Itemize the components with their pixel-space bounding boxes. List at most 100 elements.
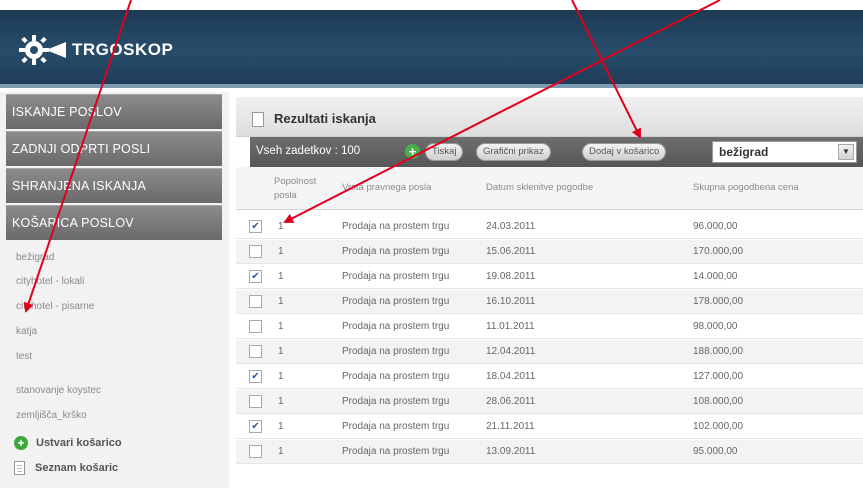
row-checkbox[interactable]: ✔ [249,420,262,433]
basket-link[interactable]: stanovanje koystec [16,385,101,396]
cell-type: Prodaja na prostem trgu [342,271,450,282]
cell-price: 102.000,00 [693,421,744,432]
cell-price: 178.000,00 [693,296,744,307]
cell-date: 21.11.2011 [486,421,535,432]
table-header: Popolnost posla Vrsta pravnega posla Dat… [236,167,863,210]
cell-type: Prodaja na prostem trgu [342,296,450,307]
basket-link[interactable]: test [16,351,32,362]
graph-view-button[interactable]: Grafični prikaz [476,143,551,161]
table-row[interactable]: 1 Prodaja na prostem trgu 28.06.2011 108.00… [236,390,863,414]
cell-part: 1 [278,371,284,382]
results-count: Vseh zadetkov : 100 [256,145,361,157]
cell-date: 16.10.2011 [486,296,536,307]
row-checkbox[interactable] [249,345,262,358]
table-row[interactable]: 1 Prodaja na prostem trgu 16.10.2011 178.00… [236,290,863,314]
table-row[interactable]: ✔ 1 Prodaja na prostem trgu 24.03.2011 96.00… [236,215,863,239]
row-checkbox[interactable]: ✔ [249,270,262,283]
basket-select[interactable]: bežigrad ▼ [712,141,857,163]
page-title: Rezultati iskanja [274,111,376,126]
cell-part: 1 [278,221,284,232]
column-header-price[interactable]: Skupna pogodbena cena [693,181,799,195]
document-icon [252,112,264,127]
cell-price: 95.000,00 [693,446,738,457]
cell-price: 96.000,00 [693,221,738,232]
row-checkbox[interactable] [249,395,262,408]
basket-link[interactable]: cityhotel - lokali [16,276,84,287]
basket-link[interactable]: zemljišča_krško [16,410,87,421]
cell-date: 28.06.2011 [486,396,536,407]
table-row[interactable]: ✔ 1 Prodaja na prostem trgu 21.11.2011 102.0… [236,415,863,439]
table-row[interactable]: ✔ 1 Prodaja na prostem trgu 18.04.2011 127.0… [236,365,863,389]
cell-date: 18.04.2011 [486,371,536,382]
cell-price: 188.000,00 [693,346,744,357]
sidebar-item-deal-basket[interactable]: KOŠARICA POSLOV [6,205,222,240]
cell-part: 1 [278,271,284,282]
cell-type: Prodaja na prostem trgu [342,446,450,457]
gear-logo-icon [19,35,66,65]
results-toolbar: Vseh zadetkov : 100 + Tiskaj Grafični pr… [250,137,863,167]
cell-date: 19.08.2011 [486,271,536,282]
basket-link[interactable]: cityhotel - pisarne [16,301,94,312]
plus-icon: + [14,436,28,450]
add-icon[interactable]: + [405,144,420,159]
document-icon [14,461,25,475]
print-button[interactable]: Tiskaj [425,143,464,161]
results-title-bar: Rezultati iskanja [236,97,863,137]
row-checkbox[interactable] [249,245,262,258]
add-to-basket-button[interactable]: Dodaj v košarico [582,143,667,161]
sidebar: ISKANJE POSLOV ZADNJI ODPRTI POSLI SHRAN… [0,92,229,488]
row-checkbox[interactable] [249,445,262,458]
table-row[interactable]: 1 Prodaja na prostem trgu 13.09.2011 95.000… [236,440,863,464]
cell-part: 1 [278,396,284,407]
create-basket-label: Ustvari košarico [36,437,122,449]
logo[interactable]: TRGOSKOP [16,32,173,68]
cell-date: 13.09.2011 [486,446,536,457]
cell-type: Prodaja na prostem trgu [342,346,450,357]
cell-date: 15.06.2011 [486,246,536,257]
basket-list-label: Seznam košaric [35,462,119,474]
cell-part: 1 [278,296,284,307]
row-checkbox[interactable]: ✔ [249,370,262,383]
cell-date: 12.04.2011 [486,346,536,357]
table-row[interactable]: 1 Prodaja na prostem trgu 11.01.2011 98.000… [236,315,863,339]
app-header: TRGOSKOP [0,10,863,88]
cell-part: 1 [278,321,284,332]
basket-link[interactable]: bežigrad [16,252,54,263]
table-row[interactable]: 1 Prodaja na prostem trgu 12.04.2011 188.00… [236,340,863,364]
chevron-down-icon[interactable]: ▼ [838,144,854,160]
row-checkbox[interactable] [249,320,262,333]
cell-part: 1 [278,346,284,357]
basket-link[interactable]: katja [16,326,37,337]
column-header-date[interactable]: Datum sklenitve pogodbe [486,181,593,195]
sidebar-item-saved-searches[interactable]: SHRANJENA ISKANJA [6,168,222,203]
cell-type: Prodaja na prostem trgu [342,246,450,257]
cell-type: Prodaja na prostem trgu [342,371,450,382]
results-panel: Rezultati iskanja Vseh zadetkov : 100 + … [236,97,863,488]
cell-price: 108.000,00 [693,396,744,407]
cell-type: Prodaja na prostem trgu [342,396,450,407]
cell-part: 1 [278,246,284,257]
basket-select-value: bežigrad [719,145,769,159]
logo-text: TRGOSKOP [72,40,174,59]
basket-list-button[interactable]: Seznam košaric [14,460,118,476]
column-header-type[interactable]: Vrsta pravnega posla [342,181,431,195]
cell-part: 1 [278,421,284,432]
cell-part: 1 [278,446,284,457]
create-basket-button[interactable]: + Ustvari košarico [14,435,122,451]
cell-date: 24.03.2011 [486,221,536,232]
cell-type: Prodaja na prostem trgu [342,421,450,432]
sidebar-item-search-deals[interactable]: ISKANJE POSLOV [6,94,222,129]
cell-price: 170.000,00 [693,246,744,257]
table-row[interactable]: ✔ 1 Prodaja na prostem trgu 19.08.2011 14.00… [236,265,863,289]
row-checkbox[interactable] [249,295,262,308]
cell-price: 127.000,00 [693,371,744,382]
cell-type: Prodaja na prostem trgu [342,221,450,232]
cell-price: 98.000,00 [693,321,738,332]
row-checkbox[interactable]: ✔ [249,220,262,233]
sidebar-item-last-opened-deals[interactable]: ZADNJI ODPRTI POSLI [6,131,222,166]
table-row[interactable]: 1 Prodaja na prostem trgu 15.06.2011 170.00… [236,240,863,264]
cell-type: Prodaja na prostem trgu [342,321,450,332]
column-header-part[interactable]: Popolnost posla [274,175,316,203]
cell-price: 14.000,00 [693,271,738,282]
cell-date: 11.01.2011 [486,321,535,332]
